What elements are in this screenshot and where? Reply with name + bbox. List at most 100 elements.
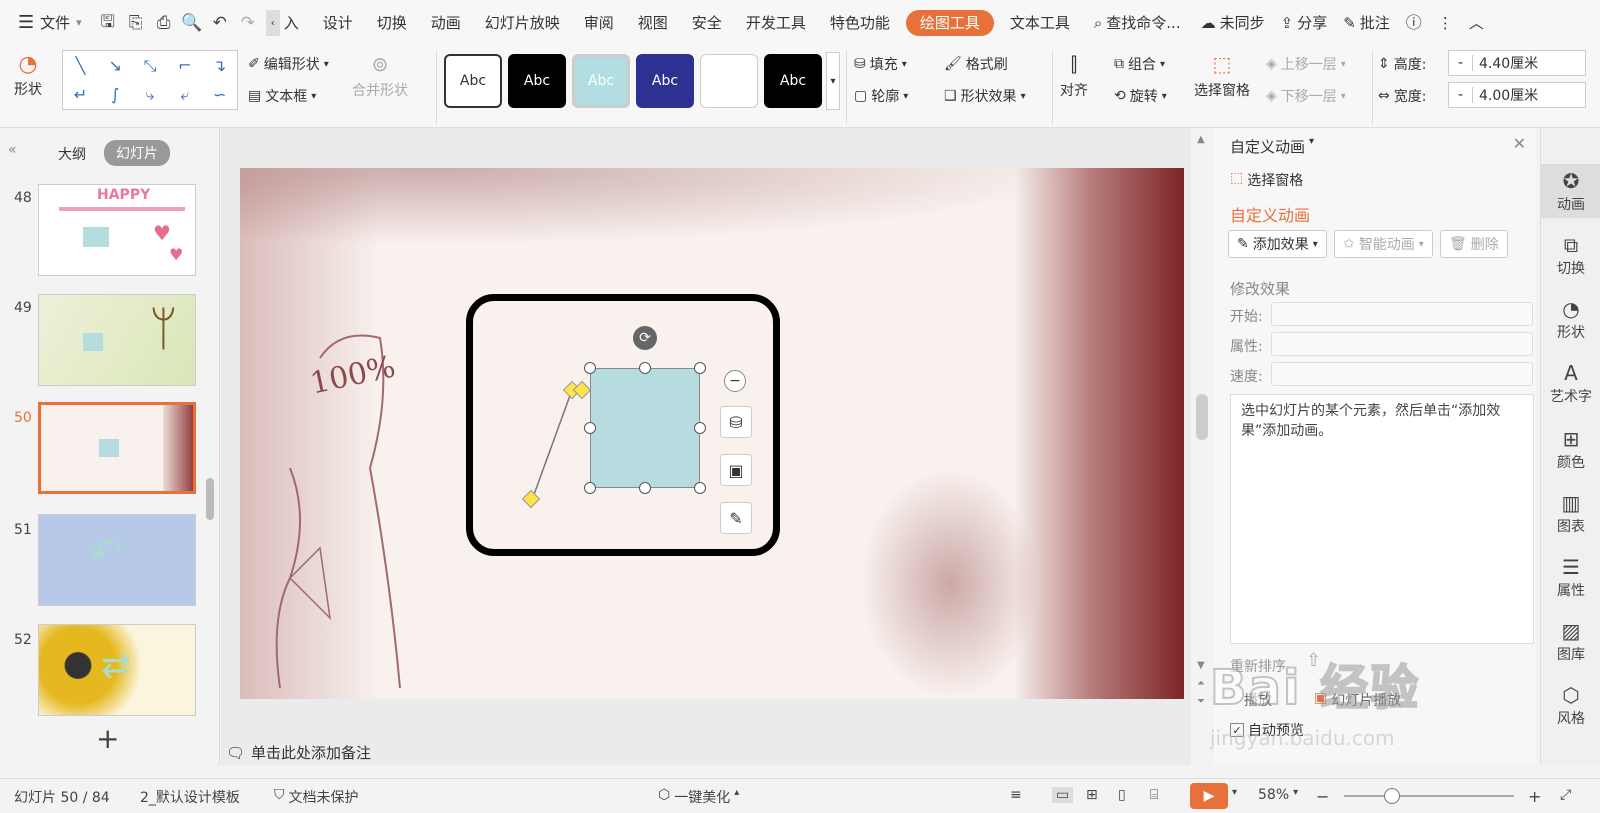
- zoom-level[interactable]: 58% ▾: [1258, 787, 1298, 803]
- redo-icon[interactable]: ↷: [234, 9, 262, 37]
- tab-view[interactable]: 视图: [626, 0, 680, 46]
- print-icon[interactable]: ⎙: [150, 9, 178, 37]
- style-black-2[interactable]: Abc: [764, 54, 822, 108]
- resize-handle[interactable]: [639, 482, 651, 494]
- rotate-button[interactable]: ⟲ 旋转 ▾: [1114, 86, 1167, 106]
- share-button[interactable]: ⇪ 分享: [1273, 0, 1336, 46]
- collapse-float-icon[interactable]: −: [724, 370, 746, 392]
- resize-handle[interactable]: [584, 422, 596, 434]
- save-icon[interactable]: 🖫: [94, 9, 122, 37]
- tab-slideshow[interactable]: 幻灯片放映: [473, 0, 572, 46]
- zoom-in-icon[interactable]: +: [1528, 787, 1541, 806]
- beautify-button[interactable]: ⬡ 一键美化 ▴: [658, 787, 739, 807]
- panel-header[interactable]: 自定义动画 ▾: [1230, 136, 1314, 157]
- tab-special[interactable]: 特色功能: [818, 0, 902, 46]
- fill-float-icon[interactable]: ⛁: [720, 406, 752, 438]
- sidebar-item-style[interactable]: ⬡ 风格: [1541, 682, 1600, 728]
- scroll-thumb[interactable]: [1196, 394, 1208, 440]
- sidebar-item-wordart[interactable]: A 艺术字: [1541, 360, 1600, 406]
- reading-view-icon[interactable]: ▯: [1118, 787, 1126, 803]
- slideshow-button[interactable]: ▣ 幻灯片播放: [1314, 690, 1401, 710]
- style-outline-dark[interactable]: Abc: [444, 54, 502, 108]
- protect-status[interactable]: ⛉ 文档未保护: [274, 787, 359, 807]
- resize-handle[interactable]: [639, 362, 651, 374]
- fit-window-icon[interactable]: ⤢: [1560, 787, 1571, 803]
- slide-thumb-48[interactable]: HAPPY ♥ ♥: [38, 184, 196, 276]
- elbow-connector-icon[interactable]: ⌐: [178, 56, 191, 75]
- style-black[interactable]: Abc: [508, 54, 566, 108]
- auto-preview-checkbox[interactable]: ✓ 自动预览: [1230, 720, 1304, 740]
- tab-text-tools[interactable]: 文本工具: [998, 0, 1082, 46]
- play-options-icon[interactable]: ▾: [1232, 787, 1237, 798]
- brush-float-icon[interactable]: ✎: [720, 502, 752, 534]
- start-select[interactable]: [1271, 302, 1533, 326]
- notes-toggle-icon[interactable]: ≡: [1010, 787, 1022, 803]
- move-down-button[interactable]: ◈ 下移一层 ▾: [1266, 86, 1346, 106]
- align-button[interactable]: ⫿ 对齐: [1060, 52, 1088, 100]
- line-shapes-gallery[interactable]: ╲ ↘ ⤡ ⌐ ↴ ↵ ∫ ⤷ ⤶ ∽: [62, 50, 238, 110]
- zoom-out-icon[interactable]: −: [1316, 787, 1329, 806]
- sidebar-item-chart[interactable]: ▥ 图表: [1541, 490, 1600, 536]
- property-select[interactable]: [1271, 332, 1533, 356]
- tab-animation[interactable]: 动画: [419, 0, 473, 46]
- outline-button[interactable]: ▢ 轮廓 ▾: [854, 86, 908, 106]
- slide-thumb-49[interactable]: ᛘ: [38, 294, 196, 386]
- sidebar-item-properties[interactable]: ☰ 属性: [1541, 554, 1600, 600]
- speed-select[interactable]: [1271, 362, 1533, 386]
- comment-button[interactable]: ✎ 批注: [1335, 0, 1398, 46]
- undo-icon[interactable]: ↶: [206, 9, 234, 37]
- sidebar-item-transition[interactable]: ⧉ 切换: [1541, 232, 1600, 278]
- width-decrement[interactable]: -: [1449, 87, 1473, 103]
- collapse-ribbon-icon[interactable]: ︿: [1461, 0, 1492, 46]
- sorter-view-icon[interactable]: ⊞: [1086, 787, 1098, 803]
- arrow-line-icon[interactable]: ↘: [108, 56, 121, 75]
- sidebar-item-animation[interactable]: ✪ 动画: [1541, 164, 1600, 218]
- smart-animation-button[interactable]: ✩ 智能动画 ▾: [1334, 230, 1433, 258]
- resize-handle[interactable]: [584, 362, 596, 374]
- resize-handle[interactable]: [584, 482, 596, 494]
- style-blank[interactable]: [700, 54, 758, 108]
- tab-review[interactable]: 审阅: [572, 0, 626, 46]
- zoom-slider-thumb[interactable]: [1384, 788, 1400, 804]
- height-decrement[interactable]: -: [1449, 55, 1473, 71]
- style-navy[interactable]: Abc: [636, 54, 694, 108]
- style-teal[interactable]: Abc: [572, 54, 630, 108]
- group-button[interactable]: ⧉ 组合 ▾: [1114, 54, 1165, 74]
- tab-design[interactable]: 设计: [311, 0, 365, 46]
- slide-thumb-51[interactable]: ↶: [38, 514, 196, 606]
- textbox-button[interactable]: ▤ 文本框 ▾: [248, 86, 316, 106]
- delete-button[interactable]: 🗑 删除: [1440, 230, 1508, 258]
- panel-scrollbar[interactable]: [206, 478, 214, 520]
- normal-view-icon[interactable]: ▭: [1052, 787, 1074, 803]
- double-arrow-line-icon[interactable]: ⤡: [144, 56, 157, 76]
- add-slide-button[interactable]: +: [96, 722, 119, 755]
- tab-outline[interactable]: 大纲: [58, 144, 86, 164]
- sync-button[interactable]: ☁ 未同步: [1193, 0, 1273, 46]
- print-preview-icon[interactable]: 🔍: [178, 9, 206, 37]
- scroll-up-icon[interactable]: ▲: [1197, 134, 1205, 145]
- fill-button[interactable]: ⛁ 填充 ▾: [854, 54, 907, 74]
- file-menu[interactable]: ☰ 文件 ▾: [0, 0, 94, 46]
- line-icon[interactable]: ╲: [76, 56, 86, 75]
- freeform-icon[interactable]: ∽: [213, 85, 226, 104]
- more-icon[interactable]: ⋮: [1430, 0, 1461, 46]
- collapse-panel-icon[interactable]: «: [8, 142, 17, 158]
- slide-thumb-50[interactable]: [38, 402, 196, 494]
- resize-handle[interactable]: [694, 482, 706, 494]
- elbow-double-arrow-icon[interactable]: ↵: [74, 85, 87, 104]
- sidebar-item-color[interactable]: ⊞ 颜色: [1541, 426, 1600, 472]
- slide-thumb-52[interactable]: ⇄: [38, 624, 196, 716]
- merge-shape-button[interactable]: ⊚ 合并形状: [352, 52, 408, 100]
- slide-canvas[interactable]: 100% ⟳ − ⛁ ▣ ✎: [240, 168, 1184, 699]
- animation-list[interactable]: 选中幻灯片的某个元素，然后单击“添加效果”添加动画。: [1230, 394, 1534, 644]
- height-field[interactable]: - 4.40厘米: [1448, 50, 1586, 76]
- outline-float-icon[interactable]: ▣: [720, 454, 752, 486]
- selection-pane-button[interactable]: ⬚ 选择窗格: [1194, 52, 1250, 100]
- export-icon[interactable]: ⎘: [122, 9, 150, 37]
- scroll-down-icon[interactable]: ▼: [1197, 660, 1205, 671]
- scroll-left-icon[interactable]: ‹: [265, 10, 280, 36]
- tab-insert[interactable]: 入: [280, 0, 311, 46]
- sidebar-item-gallery[interactable]: ▨ 图库: [1541, 618, 1600, 664]
- resize-handle[interactable]: [694, 422, 706, 434]
- shape-effect-button[interactable]: ❑ 形状效果 ▾: [944, 86, 1026, 106]
